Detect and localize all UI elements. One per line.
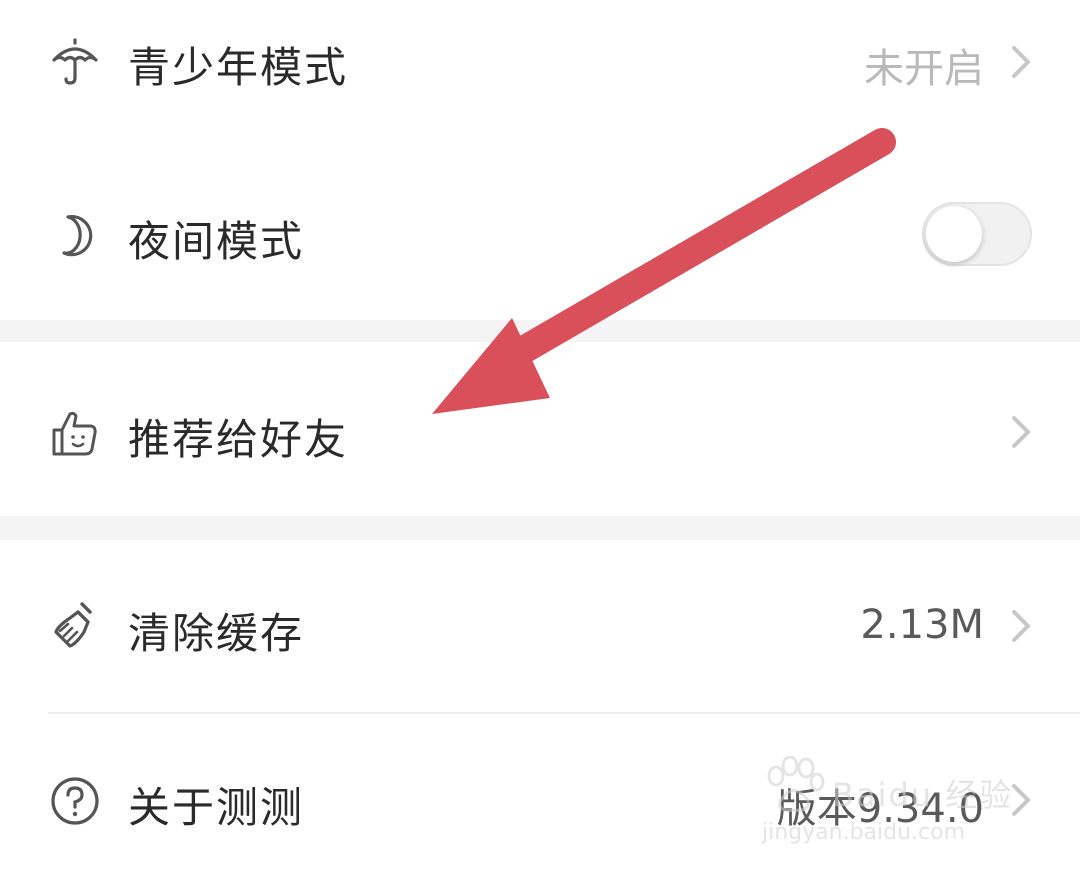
night-mode-label: 夜间模式 bbox=[128, 217, 305, 266]
watermark-url: jingyan.baidu.com bbox=[762, 820, 966, 845]
umbrella-icon bbox=[48, 34, 102, 88]
clear-cache-label: 清除缓存 bbox=[128, 609, 305, 658]
settings-row-recommend[interactable]: 推荐给好友 bbox=[0, 342, 1080, 516]
cache-size: 2.13M bbox=[860, 602, 984, 648]
settings-screen: 青少年模式 未开启 夜间模式 推荐给好友 清除缓存 2.13M 关于测测 版本9… bbox=[0, 0, 1080, 872]
broom-icon bbox=[48, 598, 102, 652]
watermark: Baidu 经验 jingyan.baidu.com bbox=[762, 756, 1022, 856]
watermark-title: Baidu 经验 bbox=[832, 776, 1014, 814]
about-label: 关于测测 bbox=[128, 783, 305, 832]
toggle-knob bbox=[926, 206, 982, 262]
recommend-label: 推荐给好友 bbox=[128, 415, 349, 464]
teen-mode-label: 青少年模式 bbox=[128, 43, 349, 92]
thumbs-up-icon bbox=[48, 406, 102, 460]
moon-icon bbox=[48, 208, 102, 262]
chevron-right-icon bbox=[1006, 606, 1036, 646]
question-icon bbox=[48, 774, 102, 828]
settings-row-night-mode: 夜间模式 bbox=[0, 124, 1080, 320]
chevron-right-icon bbox=[1006, 42, 1036, 82]
paw-logo-icon bbox=[767, 756, 825, 812]
settings-row-teen-mode[interactable]: 青少年模式 未开启 bbox=[0, 0, 1080, 124]
teen-mode-status: 未开启 bbox=[864, 46, 984, 92]
chevron-right-icon bbox=[1006, 412, 1036, 452]
night-mode-toggle[interactable] bbox=[922, 202, 1032, 266]
settings-row-clear-cache[interactable]: 清除缓存 2.13M bbox=[0, 540, 1080, 712]
section-gap bbox=[0, 320, 1080, 342]
section-gap bbox=[0, 516, 1080, 540]
